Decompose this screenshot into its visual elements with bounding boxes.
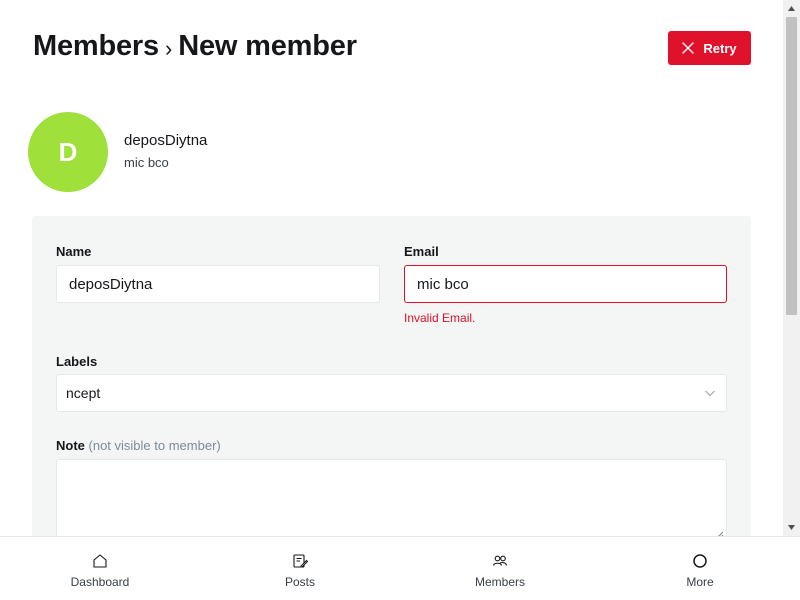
labels-label: Labels (56, 354, 98, 369)
email-error-message: Invalid Email. (404, 311, 476, 325)
name-field-value: deposDiytna (69, 275, 153, 293)
scroll-up-arrow-icon (788, 6, 795, 11)
nav-item-dashboard[interactable]: Dashboard (0, 537, 200, 600)
retry-button-label: Retry (703, 40, 737, 56)
scroll-up-button[interactable] (783, 0, 800, 17)
main-content: Members › New member Retry D deposDiytna… (0, 0, 783, 536)
nav-item-more[interactable]: More (600, 537, 800, 600)
retry-button[interactable]: Retry (668, 31, 751, 65)
nav-label-more: More (686, 575, 714, 589)
note-textarea[interactable] (56, 459, 727, 536)
members-icon (492, 555, 508, 566)
email-label: Email (404, 244, 439, 259)
page-title: New member (178, 30, 357, 62)
chevron-down-icon (705, 390, 715, 397)
member-form: Name deposDiytna Email mic bco Invalid E… (32, 216, 751, 536)
edit-icon (293, 554, 308, 568)
avatar-initial: D (58, 136, 78, 167)
note-label-text: Note (56, 438, 85, 453)
scroll-down-button[interactable] (783, 519, 800, 536)
name-label: Name (56, 244, 92, 259)
name-field[interactable]: deposDiytna (56, 265, 380, 303)
email-field[interactable]: mic bco (404, 265, 727, 303)
circle-icon (693, 554, 707, 568)
scroll-down-arrow-icon (788, 525, 795, 530)
vertical-scrollbar[interactable] (783, 0, 800, 536)
nav-label-posts: Posts (284, 575, 315, 589)
labels-select-value: ncept (66, 385, 101, 401)
close-icon (682, 42, 695, 54)
note-hint: (not visible to member) (88, 438, 221, 453)
breadcrumb: Members › New member (33, 30, 357, 63)
breadcrumb-separator: › (164, 35, 173, 61)
bottom-navigation: Dashboard Posts Members More (0, 536, 800, 600)
email-field-value: mic bco (417, 275, 469, 293)
home-icon (93, 554, 107, 568)
scrollbar-thumb[interactable] (786, 17, 797, 315)
breadcrumb-members-link[interactable]: Members (33, 30, 159, 63)
avatar: D (28, 112, 108, 192)
member-name: deposDiytna (124, 132, 208, 149)
note-label: Note (not visible to member) (56, 438, 221, 453)
member-email: mic bco (124, 155, 169, 170)
nav-item-members[interactable]: Members (400, 537, 600, 600)
nav-item-posts[interactable]: Posts (200, 537, 400, 600)
nav-label-dashboard: Dashboard (70, 575, 130, 589)
labels-select[interactable]: ncept (56, 374, 727, 412)
nav-label-members: Members (474, 575, 525, 589)
